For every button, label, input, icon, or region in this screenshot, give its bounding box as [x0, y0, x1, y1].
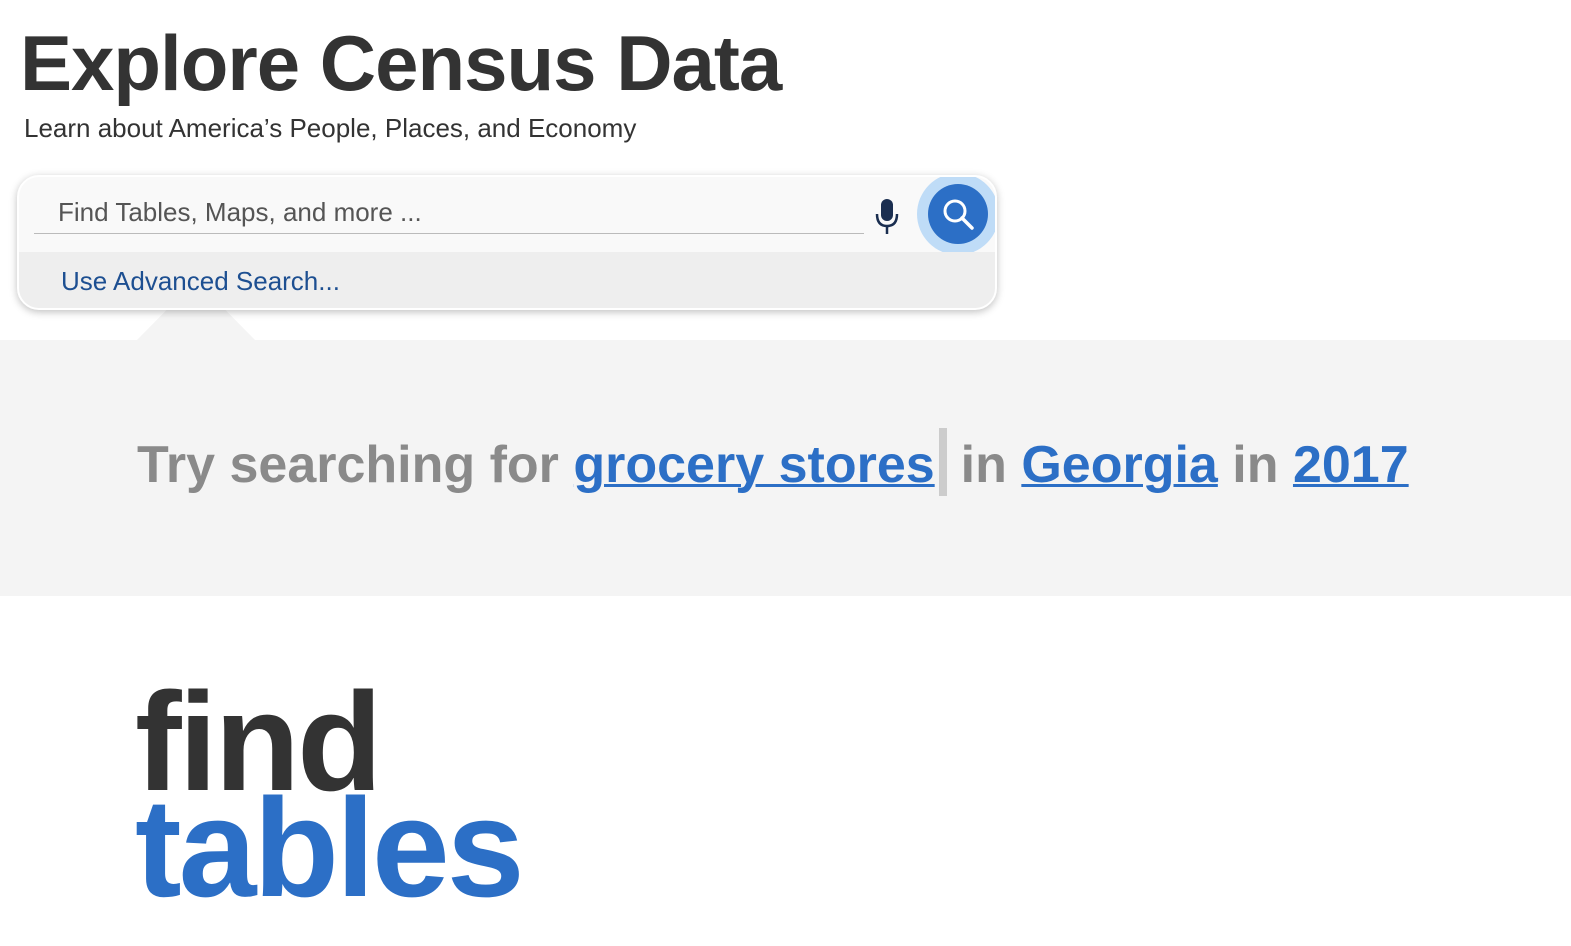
- advanced-search-link[interactable]: Use Advanced Search...: [19, 252, 995, 308]
- search-icon: [928, 184, 988, 244]
- search-input[interactable]: [34, 192, 864, 234]
- suggestion-in: in: [960, 436, 1007, 494]
- dropdown-pointer: [137, 310, 255, 340]
- suggestion-in: in: [1232, 436, 1279, 494]
- page-subtitle: Learn about America’s People, Places, an…: [24, 113, 637, 143]
- search-box: Use Advanced Search...: [17, 175, 997, 310]
- suggestion-topic-link[interactable]: grocery stores: [573, 436, 934, 494]
- hero-tables: tables: [135, 769, 525, 926]
- search-suggestion: Try searching for grocery stores in Georg…: [137, 428, 1409, 496]
- microphone-icon[interactable]: [874, 197, 900, 235]
- suggestion-year-link[interactable]: 2017: [1293, 436, 1409, 494]
- search-button[interactable]: [917, 177, 995, 255]
- text-cursor: [938, 428, 947, 496]
- suggestion-prefix: Try searching for: [137, 436, 559, 494]
- page-title: Explore Census Data: [20, 19, 782, 107]
- suggestion-place-link[interactable]: Georgia: [1021, 436, 1218, 494]
